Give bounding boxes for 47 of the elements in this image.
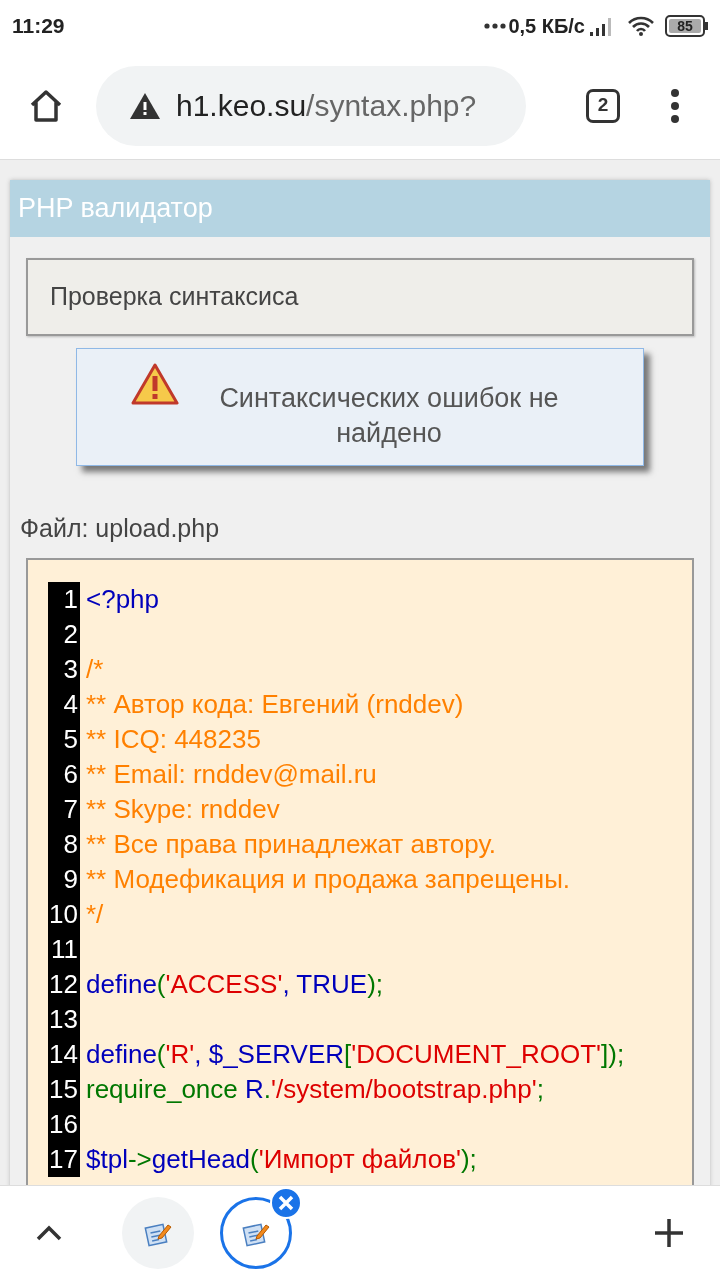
line-number: 8	[63, 827, 78, 861]
url-text: h1.keo.su/syntax.php?	[176, 88, 477, 124]
dots-icon	[484, 23, 507, 29]
line-number: 5	[63, 722, 78, 756]
line-number: 7	[63, 792, 78, 826]
chevron-up-icon[interactable]	[36, 1225, 62, 1241]
line-number: 15	[49, 1072, 78, 1106]
menu-icon[interactable]	[670, 87, 680, 124]
section-heading: Проверка синтаксиса	[26, 258, 694, 336]
line-number: 9	[63, 862, 78, 896]
status-time: 11:29	[12, 13, 65, 40]
code-line: ** Все права принадлежат автору.	[86, 827, 497, 861]
code-line: define('R', $_SERVER['DOCUMENT_ROOT']);	[86, 1037, 625, 1071]
file-label: Файл: upload.php	[19, 513, 221, 544]
code-line: define('ACCESS', TRUE);	[86, 967, 384, 1001]
code-line: require_once R.'/system/bootstrap.php';	[86, 1072, 544, 1106]
page-title: PHP валидатор	[10, 180, 710, 237]
line-number: 17	[49, 1142, 78, 1176]
code-line: ** ICQ: 448235	[86, 722, 261, 756]
line-number: 12	[49, 967, 78, 1001]
code-line: <?php	[86, 582, 160, 616]
tab-count-button[interactable]: 2	[586, 88, 620, 123]
line-number: 11	[51, 932, 78, 966]
line-number: 2	[63, 617, 78, 651]
line-number: 3	[63, 652, 78, 686]
close-icon[interactable]	[270, 1187, 302, 1219]
code-line: $tpl->getHead('Импорт файлов');	[86, 1142, 477, 1176]
line-number: 13	[49, 1002, 78, 1036]
battery-level: 85	[677, 19, 693, 33]
new-tab-icon[interactable]	[654, 1218, 684, 1248]
code-line: ** Автор кода: Евгений (rnddev)	[86, 687, 464, 721]
code-line: */	[86, 897, 104, 931]
code-line: ** Email: rnddev@mail.ru	[86, 757, 377, 791]
notice-text: Синтаксических ошибок не найдено	[218, 382, 560, 450]
code-line: ** Модефикация и продажа запрещены.	[86, 862, 571, 896]
wifi-icon	[627, 15, 655, 37]
address-bar[interactable]: h1.keo.su/syntax.php?	[96, 65, 526, 146]
line-number: 6	[63, 757, 78, 791]
line-number: 14	[49, 1037, 78, 1071]
line-number: 4	[63, 687, 78, 721]
network-speed: 0,5 КБ/с	[508, 14, 585, 39]
warning-icon	[131, 363, 179, 405]
line-number: 1	[63, 582, 78, 616]
line-number: 16	[49, 1107, 78, 1141]
code-line: ** Skype: rnddev	[86, 792, 280, 826]
line-number: 10	[49, 897, 78, 931]
code-line: /*	[86, 652, 104, 686]
